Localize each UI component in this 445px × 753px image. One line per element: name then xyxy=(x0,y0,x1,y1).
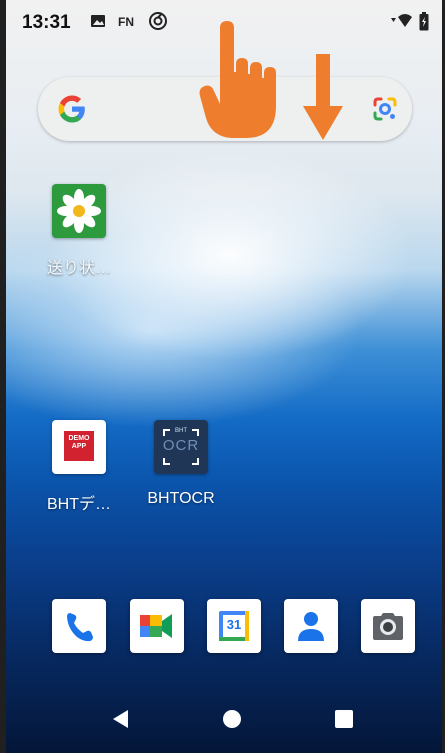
ocr-app-icon: BHT OCR xyxy=(154,420,208,474)
contacts-icon[interactable] xyxy=(284,599,338,653)
back-icon[interactable] xyxy=(110,708,132,735)
bht-mini-text: BHT xyxy=(175,428,187,434)
app-label: BHTデ… xyxy=(46,496,111,513)
demo-badge-text: DEMO xyxy=(68,435,90,442)
status-bar: 13:31 FN xyxy=(0,0,445,42)
calendar-icon[interactable]: 31 xyxy=(207,599,261,653)
fn-indicator: FN xyxy=(118,15,134,29)
status-time: 13:31 xyxy=(22,12,71,33)
sync-icon xyxy=(148,11,168,36)
camera-icon[interactable] xyxy=(361,599,415,653)
demo-app-badge: DEMO APP xyxy=(64,431,94,461)
video-call-icon[interactable] xyxy=(130,599,184,653)
image-icon xyxy=(90,13,106,34)
app-label: BHTOCR xyxy=(147,490,215,507)
app-badge-text: APP xyxy=(71,443,87,450)
home-screen: 13:31 FN 送り状… DEMO APP BHTデ… BHT OCR BHT… xyxy=(0,0,445,753)
ocr-text: OCR xyxy=(162,437,200,454)
demo-app-icon: DEMO APP xyxy=(52,420,106,474)
google-search-bar[interactable] xyxy=(38,77,412,141)
wifi-icon xyxy=(390,12,416,35)
google-g-icon xyxy=(56,93,88,130)
phone-icon[interactable] xyxy=(52,599,106,653)
app-label: 送り状… xyxy=(46,260,111,277)
navigation-bar xyxy=(0,690,445,753)
recents-icon[interactable] xyxy=(333,708,355,735)
flower-app-icon xyxy=(52,184,106,238)
home-icon[interactable] xyxy=(221,708,243,735)
calendar-day: 31 xyxy=(226,617,242,632)
google-lens-icon[interactable] xyxy=(371,95,399,128)
battery-icon xyxy=(419,12,429,36)
